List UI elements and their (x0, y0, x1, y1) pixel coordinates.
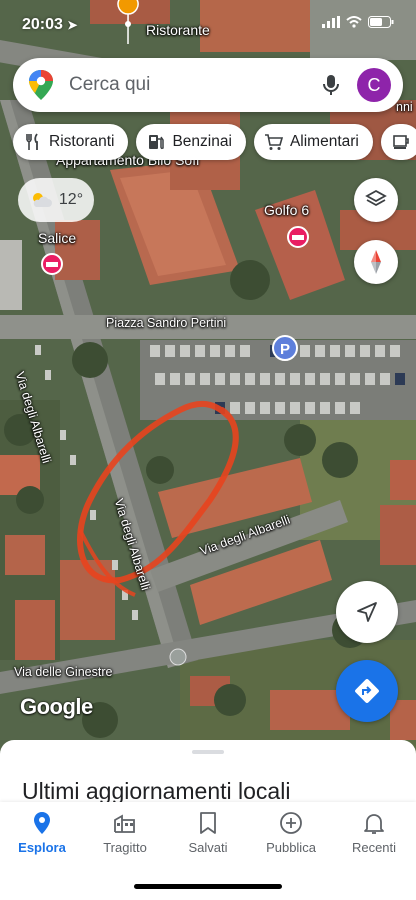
chip-more[interactable] (380, 124, 416, 160)
chip-label: Benzinai (172, 133, 232, 150)
tab-label: Salvati (188, 840, 228, 855)
wifi-icon (346, 16, 362, 28)
chip-label: Alimentari (289, 133, 359, 150)
compass-icon (371, 250, 381, 274)
status-time: 20:03 ➤ (22, 16, 78, 33)
category-chips: Ristoranti Benzinai Alimentari (13, 124, 416, 160)
chip-label: Ristoranti (49, 133, 115, 150)
navigation-arrow-icon (357, 602, 377, 622)
label-salice: Salice (38, 230, 77, 246)
tab-esplora[interactable]: Esplora (0, 810, 84, 855)
sheet-drag-handle[interactable] (192, 750, 224, 754)
commute-icon (114, 814, 135, 833)
search-input[interactable]: Cerca qui (69, 74, 319, 96)
bell-icon (364, 814, 384, 834)
label-edge: nni (396, 100, 413, 114)
home-indicator[interactable] (134, 884, 282, 889)
sheet-title: Ultimi aggiornamenti locali (22, 778, 291, 804)
hotel-pin-icon[interactable] (41, 253, 63, 275)
layers-button[interactable] (354, 178, 398, 222)
avatar[interactable]: C (357, 68, 391, 102)
microphone-icon[interactable] (319, 73, 343, 97)
search-bar[interactable]: Cerca qui C (13, 58, 403, 112)
tab-label: Tragitto (103, 840, 147, 855)
parking-pin-icon[interactable]: P (272, 335, 298, 361)
tab-label: Recenti (351, 840, 397, 855)
add-circle-icon (280, 812, 302, 834)
status-icons (322, 16, 394, 28)
fuel-icon (149, 135, 165, 150)
label-golfo: Golfo 6 (264, 202, 310, 218)
chip-ristoranti[interactable]: Ristoranti (13, 124, 129, 160)
chip-benzinai[interactable]: Benzinai (136, 124, 246, 160)
google-watermark: Google (20, 694, 93, 719)
cart-icon (264, 134, 283, 150)
svg-text:P: P (280, 341, 290, 358)
compass-button[interactable] (354, 240, 398, 284)
hotel-pin-icon-golfo[interactable] (287, 226, 309, 248)
temperature: 12° (58, 191, 84, 208)
label-via-ginestre: Via delle Ginestre (14, 665, 113, 679)
tab-label: Esplora (18, 840, 66, 855)
location-arrow-icon: ➤ (67, 18, 78, 32)
tab-recenti[interactable]: Recenti (332, 810, 416, 855)
bookmark-icon (200, 812, 216, 834)
tab-tragitto[interactable]: Tragitto (83, 810, 167, 855)
tab-label: Pubblica (266, 840, 316, 855)
google-maps-logo-icon (29, 70, 53, 100)
directions-icon (355, 679, 379, 703)
battery-icon (368, 16, 394, 28)
map-view[interactable]: P Ristorante Appartamento Bilo Sofi Sali… (0, 0, 416, 760)
signal-icon (322, 16, 340, 28)
location-pin-icon (34, 812, 50, 834)
tab-salvati[interactable]: Salvati (166, 810, 250, 855)
satellite-imagery: P (0, 0, 416, 760)
layers-icon (365, 189, 387, 207)
directions-button[interactable] (336, 660, 398, 722)
partly-cloudy-icon (32, 193, 52, 207)
status-bar: 20:03 ➤ (0, 0, 416, 50)
my-location-button[interactable] (336, 581, 398, 643)
weather-badge[interactable]: 12° (18, 178, 94, 222)
fork-knife-icon (26, 133, 38, 150)
tab-pubblica[interactable]: Pubblica (249, 810, 333, 855)
label-piazza: Piazza Sandro Pertini (106, 316, 227, 330)
takeout-icon (393, 135, 409, 149)
chip-alimentari[interactable]: Alimentari (253, 124, 373, 160)
